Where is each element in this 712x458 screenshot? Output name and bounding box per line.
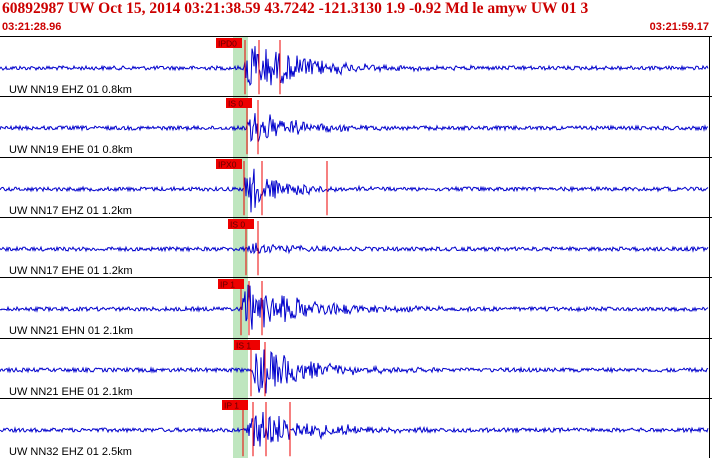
start-time-label: 03:21:28.96 <box>2 21 62 33</box>
phase-pick-label: IPX0 <box>218 160 237 170</box>
phase-pick-label: IS 1 <box>236 341 251 351</box>
phase-pick-label: IP 1 <box>220 280 235 290</box>
waveform-trace <box>0 284 709 330</box>
phase-pick-label: IPD0 <box>218 39 237 49</box>
station-label: UW NN21 EHN 01 2.1km <box>9 325 133 337</box>
station-label: UW NN32 EHZ 01 2.5km <box>9 446 132 458</box>
station-label: UW NN19 EHZ 01 0.8km <box>9 84 132 96</box>
station-label: UW NN17 EHZ 01 1.2km <box>9 205 132 217</box>
end-time-label: 03:21:59.17 <box>649 21 709 33</box>
station-label: UW NN17 EHE 01 1.2km <box>9 265 132 277</box>
station-label: UW NN19 EHE 01 0.8km <box>9 144 132 156</box>
waveform-trace <box>0 242 709 255</box>
station-label: UW NN21 EHE 01 2.1km <box>9 386 132 398</box>
phase-pick-label: IP 1 <box>224 401 239 411</box>
phase-pick-label: IS 0 <box>228 99 243 109</box>
waveform-trace <box>0 46 709 87</box>
event-title: 60892987 UW Oct 15, 2014 03:21:38.59 43.… <box>2 0 589 17</box>
waveform-trace <box>0 113 709 143</box>
waveform-trace <box>0 411 709 447</box>
event-header: 60892987 UW Oct 15, 2014 03:21:38.59 43.… <box>0 0 712 36</box>
phase-pick-label: IS 0 <box>230 220 245 230</box>
seismogram-panel[interactable]: IPD0 UW NN19 EHZ 01 0.8km IS 0 UW NN19 EHE … <box>0 36 712 458</box>
